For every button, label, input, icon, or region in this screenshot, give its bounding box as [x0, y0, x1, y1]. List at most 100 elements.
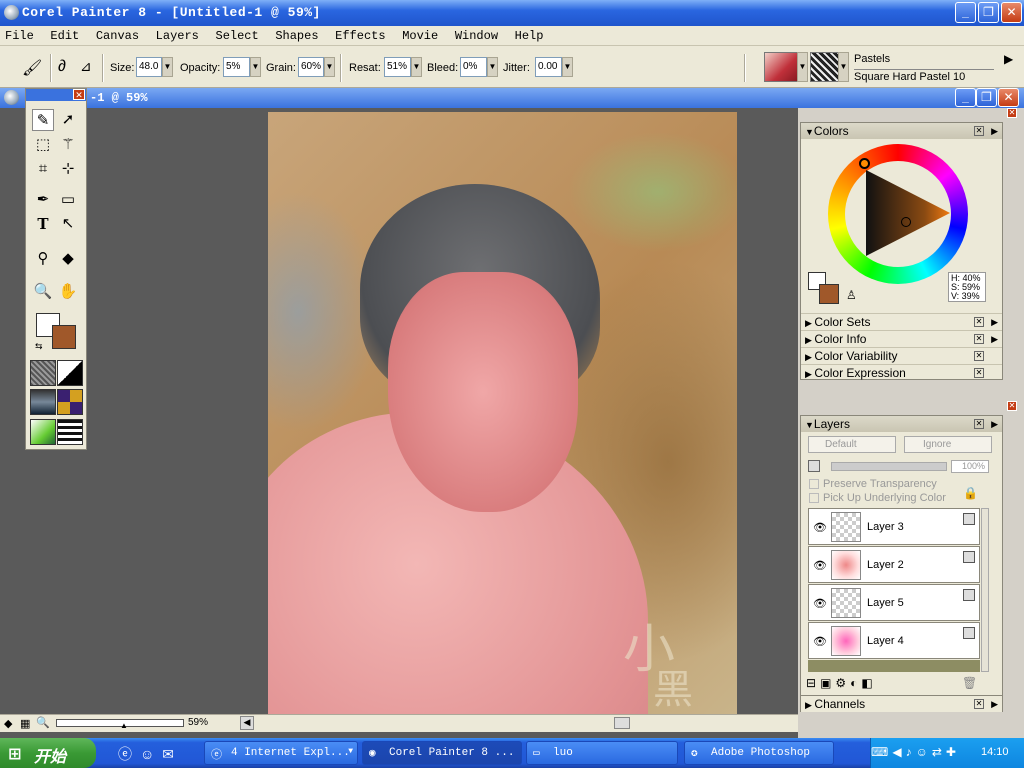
layers-panel-menu-icon[interactable]: ▶: [991, 416, 998, 432]
doc-restore-button[interactable]: ❐: [976, 88, 997, 107]
menu-edit[interactable]: Edit: [45, 26, 84, 43]
drawing-mode-icon[interactable]: ◆: [4, 717, 12, 730]
eye-icon[interactable]: 👁: [813, 635, 827, 648]
clock[interactable]: 14:10: [981, 746, 1009, 758]
gradient-selector-icon[interactable]: [57, 360, 83, 386]
eye-icon[interactable]: 👁: [813, 559, 827, 572]
brush-category-pastel-icon[interactable]: [764, 52, 798, 82]
tray-volume-icon[interactable]: ♪: [906, 745, 916, 759]
ie-icon[interactable]: ⓔ: [118, 746, 140, 762]
opacity-slider-button[interactable]: ▼: [250, 57, 261, 77]
main-color-swatch[interactable]: [819, 284, 839, 304]
main-color-swatch[interactable]: [52, 325, 76, 349]
dynamic-plugins-icon[interactable]: ⚙: [835, 676, 850, 690]
layer-options-icon[interactable]: ▣: [820, 676, 835, 690]
grain-input[interactable]: 60%: [298, 57, 324, 77]
jitter-input[interactable]: 0.00: [535, 57, 562, 77]
jitter-slider-button[interactable]: ▼: [562, 57, 573, 77]
weaving-selector-icon[interactable]: [57, 389, 83, 415]
crop-icon[interactable]: ⌗: [32, 158, 54, 180]
straight-line-icon[interactable]: ⊿: [80, 58, 92, 75]
layer-row-3[interactable]: 👁 Layer 3: [808, 508, 980, 545]
task-internet-explorer[interactable]: ⓔ 4 Internet Expl... ▼: [204, 741, 358, 765]
doc-minimize-button[interactable]: _: [955, 88, 976, 107]
magic-wand-icon[interactable]: ⚚: [57, 134, 79, 156]
resat-input[interactable]: 51%: [384, 57, 411, 77]
canvas-layer-row[interactable]: [808, 660, 980, 672]
rectangle-shape-icon[interactable]: ▭: [57, 189, 79, 211]
doc-close-button[interactable]: ✕: [998, 88, 1019, 107]
tray-security-icon[interactable]: ✚: [946, 745, 960, 759]
layer-visibility-toggle[interactable]: [808, 460, 820, 472]
menu-select[interactable]: Select: [211, 26, 264, 43]
grid-icon[interactable]: ▦: [20, 717, 30, 730]
eye-icon[interactable]: 👁: [813, 521, 827, 534]
paper-selector-icon[interactable]: [30, 360, 56, 386]
layers-panel-header[interactable]: ▼Layers ✕ ▶: [801, 416, 1002, 432]
freehand-stroke-icon[interactable]: ∂: [58, 58, 66, 76]
color-marker[interactable]: [901, 217, 911, 227]
task-photoshop[interactable]: ✪ Adobe Photoshop: [684, 741, 834, 765]
menu-effects[interactable]: Effects: [330, 26, 390, 43]
paint-bucket-icon[interactable]: ◆: [57, 248, 79, 270]
layers-scrollbar[interactable]: [981, 508, 989, 672]
pick-up-underlying-checkbox[interactable]: [809, 493, 819, 503]
menu-layers[interactable]: Layers: [151, 26, 204, 43]
composite-method-select[interactable]: Default: [808, 436, 896, 453]
preserve-transparency-checkbox[interactable]: [809, 479, 819, 489]
horizontal-scroll-thumb[interactable]: [614, 717, 630, 729]
composite-depth-select[interactable]: Ignore: [904, 436, 992, 453]
channels-panel-header[interactable]: ▶ Channels ✕ ▶: [801, 696, 1002, 712]
layers-panel-close[interactable]: ✕: [974, 419, 984, 429]
brush-selector-expand-icon[interactable]: ▶: [1004, 52, 1013, 66]
eye-icon[interactable]: 👁: [813, 597, 827, 610]
opacity-input[interactable]: 5%: [223, 57, 250, 77]
magnifier-icon[interactable]: 🔍: [32, 281, 54, 303]
zoom-slider-thumb[interactable]: ▲: [120, 721, 128, 730]
layers-palette-close-button[interactable]: ✕: [1007, 401, 1017, 411]
new-layer-icon[interactable]: ◧: [861, 676, 876, 690]
menu-shapes[interactable]: Shapes: [270, 26, 323, 43]
lock-layer-icon[interactable]: 🔒: [963, 486, 978, 500]
scroll-left-button[interactable]: ◀: [240, 716, 254, 730]
nozzle-selector-icon[interactable]: [30, 419, 56, 445]
layer-adjuster-icon[interactable]: ➚: [57, 109, 79, 131]
dropper-icon[interactable]: ⚲: [32, 248, 54, 270]
layer-row-4[interactable]: 👁 Layer 4: [808, 622, 980, 659]
shape-selection-icon[interactable]: ↖: [57, 213, 79, 235]
grain-slider-button[interactable]: ▼: [324, 57, 335, 77]
color-sets-row[interactable]: ▶ Color Sets ✕ ▶: [801, 313, 1002, 330]
pen-tool-icon[interactable]: ✒: [32, 189, 54, 211]
swap-colors-icon[interactable]: ⇆: [35, 341, 43, 352]
close-button[interactable]: ✕: [1001, 2, 1022, 23]
outlook-icon[interactable]: ✉: [162, 746, 182, 762]
resat-slider-button[interactable]: ▼: [411, 57, 422, 77]
task-corel-painter[interactable]: ◉ Corel Painter 8 ...: [362, 741, 522, 765]
menu-window[interactable]: Window: [450, 26, 503, 43]
hue-marker[interactable]: [859, 158, 870, 169]
tray-network-icon[interactable]: ⇄: [932, 745, 946, 759]
brush-tool-icon[interactable]: 🖌: [22, 58, 42, 78]
pattern-selector-icon[interactable]: [30, 389, 56, 415]
color-expression-row[interactable]: ▶ Color Expression ✕: [801, 364, 1002, 381]
grabber-hand-icon[interactable]: ✋: [57, 281, 79, 303]
layer-row-2[interactable]: 👁 Layer 2: [808, 546, 980, 583]
create-layer-mask-icon[interactable]: ◐: [850, 676, 861, 690]
clone-color-icon[interactable]: ♙: [846, 288, 857, 302]
channels-panel-menu-icon[interactable]: ▶: [991, 696, 998, 712]
colors-panel-close[interactable]: ✕: [974, 126, 984, 136]
palette-close-button[interactable]: ✕: [1007, 108, 1017, 118]
bleed-slider-button[interactable]: ▼: [487, 57, 498, 77]
delete-layer-icon[interactable]: 🗑: [962, 676, 977, 690]
painter-app-icon[interactable]: [4, 5, 19, 20]
menu-canvas[interactable]: Canvas: [91, 26, 144, 43]
rectangular-selection-icon[interactable]: ⬚: [32, 134, 54, 156]
maximize-button[interactable]: ❐: [978, 2, 999, 23]
layer-opacity-input[interactable]: 100%: [951, 460, 989, 473]
size-input[interactable]: 48.0: [136, 57, 162, 77]
color-info-row[interactable]: ▶ Color Info ✕ ▶: [801, 330, 1002, 347]
size-slider-button[interactable]: ▼: [162, 57, 173, 77]
look-selector-icon[interactable]: [57, 419, 83, 445]
menu-file[interactable]: File: [0, 26, 39, 43]
colors-panel-header[interactable]: ▼Colors ✕ ▶: [801, 123, 1002, 139]
